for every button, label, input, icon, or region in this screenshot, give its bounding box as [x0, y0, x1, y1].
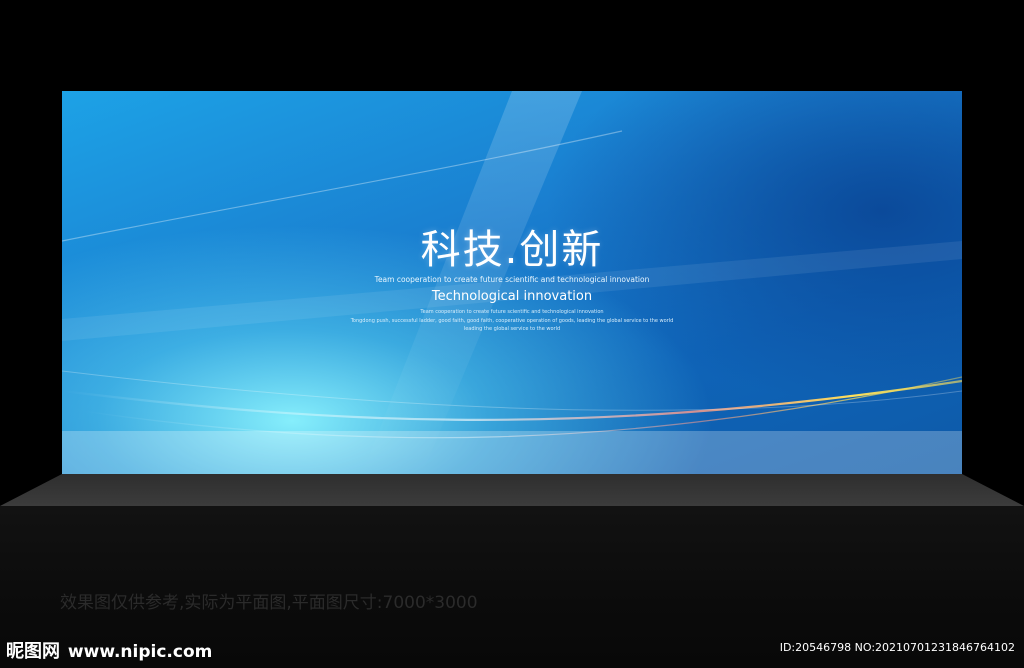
backdrop-board: 科技.创新 Team cooperation to create future … [62, 91, 962, 474]
stage-floor [0, 474, 1024, 506]
image-id: ID:20546798 NO:20210701231846764102 [779, 641, 1015, 654]
disclaimer-caption: 效果图仅供参考,实际为平面图,平面图尺寸:7000*3000 [60, 593, 478, 613]
body-text-line: leading the global service to the world [463, 326, 561, 332]
headline-subtitle: Team cooperation to create future scient… [374, 275, 650, 284]
headline-chinese: 科技.创新 [420, 227, 604, 273]
body-text-line: Team cooperation to create future scient… [420, 309, 604, 315]
nipic-logo-icon: 昵图网 [6, 641, 60, 662]
body-text-line: Tongdong push, successful ladder, good f… [350, 318, 674, 324]
headline-english: Technological innovation [431, 289, 593, 304]
nipic-watermark: 昵图网 www.nipic.com [6, 637, 212, 663]
site-url: www.nipic.com [67, 642, 213, 662]
